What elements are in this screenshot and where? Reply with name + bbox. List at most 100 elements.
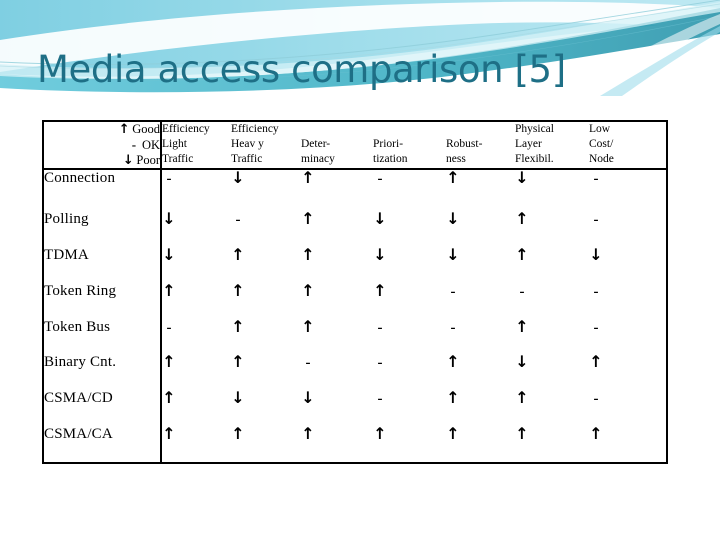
arrow-up-icon: ↑	[373, 280, 387, 300]
dash-icon: -	[450, 283, 456, 300]
table-header: ↑ Good - OK ↓ Poor Efficiency Light Traffic	[44, 122, 666, 169]
cell-eff_heavy: -	[231, 211, 301, 247]
table-row: Binary Cnt. ↑ ↑ - - ↑ ↓ ↑	[44, 354, 666, 390]
cell-phy_flex: -	[515, 283, 589, 319]
arrow-down-icon: ↓	[162, 209, 176, 229]
cell-phy_flex: ↑	[515, 426, 589, 462]
cell-robustness: ↓	[446, 246, 515, 283]
header-line: Traffic	[162, 153, 194, 165]
arrow-up-icon: ↑	[589, 352, 603, 372]
column-header-eff-light: Efficiency Light Traffic	[161, 122, 231, 169]
legend-ok-label: OK	[141, 138, 160, 152]
header-line: Node	[589, 153, 614, 165]
header-line: ness	[446, 153, 466, 165]
cell-robustness: ↑	[446, 426, 515, 462]
cell-robustness: -	[446, 283, 515, 319]
table-row: Token Ring ↑ ↑ ↑ ↑ - - -	[44, 280, 666, 319]
dash-icon: -	[305, 355, 311, 372]
cell-robustness: ↑	[446, 354, 515, 390]
header-line: Physical	[515, 123, 554, 135]
cell-low_cost: -	[589, 169, 666, 211]
arrow-up-icon: ↑	[301, 209, 315, 229]
row-label-csma-ca: CSMA/CA	[44, 426, 113, 443]
cell-phy_flex: ↓	[515, 169, 589, 211]
legend-good: ↑ Good	[44, 122, 160, 137]
cell-phy_flex: ↑	[515, 244, 589, 283]
header-line	[301, 122, 373, 137]
arrow-up-icon: ↑	[162, 280, 176, 300]
cell-eff_heavy: ↑	[231, 280, 301, 319]
header-line: Priori-	[373, 138, 404, 150]
dash-icon: -	[593, 212, 599, 229]
cell-prioritization: ↓	[373, 211, 446, 247]
column-header-low-cost-node: Low Cost/ Node	[589, 122, 666, 169]
cell-prioritization: -	[373, 390, 446, 426]
cell-robustness: ↑	[446, 169, 515, 211]
arrow-up-icon: ↑	[301, 316, 315, 336]
arrow-up-icon: ↑	[515, 316, 529, 336]
header-line: Low	[589, 123, 611, 135]
dash-icon: -	[593, 391, 599, 408]
arrow-up-icon: ↑	[446, 168, 460, 187]
arrow-up-icon: ↑	[231, 280, 245, 300]
cell-eff_light: -	[161, 169, 231, 211]
comparison-table-container: ↑ Good - OK ↓ Poor Efficiency Light Traffic	[42, 120, 668, 464]
dash-icon: -	[593, 319, 599, 336]
header-line: Efficiency	[162, 123, 210, 135]
cell-eff_light: -	[161, 319, 231, 355]
cell-eff_light: ↑	[161, 390, 231, 426]
arrow-down-icon: ↓	[301, 388, 315, 408]
table-row: CSMA/CD ↑ ↓ ↓ - ↑ ↑ -	[44, 390, 666, 426]
dash-icon: -	[166, 171, 172, 187]
dash-icon: -	[235, 212, 241, 229]
column-header-eff-heavy: Efficiency Heav y Traffic	[231, 122, 301, 169]
row-label-binary-cnt: Binary Cnt.	[44, 354, 117, 371]
cell-robustness: ↓	[446, 211, 515, 247]
arrow-up-icon: ↑	[446, 388, 460, 408]
arrow-up-icon: ↑	[515, 209, 529, 229]
arrow-down-icon: ↓	[446, 209, 460, 229]
cell-low_cost: -	[589, 211, 666, 247]
cell-low_cost: ↓	[589, 246, 666, 283]
cell-eff_light: ↑	[161, 280, 231, 319]
arrow-up-icon: ↑	[515, 388, 529, 408]
arrow-up-icon: ↑	[231, 424, 245, 444]
dash-icon: -	[377, 171, 383, 187]
dash-icon: -	[377, 319, 383, 336]
arrow-up-icon: ↑	[118, 122, 130, 137]
column-header-prioritization: Priori- tization	[373, 122, 446, 169]
cell-prioritization: -	[373, 319, 446, 355]
row-label-polling: Polling	[44, 211, 89, 228]
cell-prioritization: -	[373, 169, 446, 211]
arrow-up-icon: ↑	[373, 424, 387, 444]
arrow-up-icon: ↑	[515, 244, 529, 264]
cell-determinacy: ↑	[301, 211, 373, 247]
row-label-connection: Connection	[44, 170, 116, 186]
cell-eff_heavy: ↓	[231, 169, 301, 211]
cell-phy_flex: ↓	[515, 354, 589, 390]
arrow-down-icon: ↓	[122, 153, 134, 168]
cell-eff_heavy: ↑	[231, 426, 301, 462]
arrow-up-icon: ↑	[446, 424, 460, 444]
table-row: TDMA ↓ ↑ ↑ ↓ ↓ ↑ ↓	[44, 244, 666, 283]
header-line: Heav y	[231, 138, 264, 150]
row-label-tdma: TDMA	[44, 246, 89, 263]
arrow-up-icon: ↑	[446, 352, 460, 372]
cell-eff_heavy: ↓	[231, 390, 301, 426]
header-line: Traffic	[231, 153, 263, 165]
column-header-robustness: Robust- ness	[446, 122, 515, 169]
header-line: Robust-	[446, 138, 483, 150]
table-row: Token Bus - ↑ ↑ - - ↑ -	[44, 316, 666, 355]
dash-icon: -	[131, 137, 137, 152]
legend-poor: ↓ Poor	[44, 153, 160, 168]
cell-determinacy: ↓	[301, 390, 373, 426]
cell-prioritization: ↑	[373, 280, 446, 319]
arrow-down-icon: ↓	[373, 209, 387, 229]
arrow-up-icon: ↑	[231, 352, 245, 372]
arrow-up-icon: ↑	[589, 424, 603, 444]
cell-phy_flex: ↑	[515, 211, 589, 247]
cell-phy_flex: ↑	[515, 390, 589, 426]
cell-determinacy: ↑	[301, 246, 373, 283]
header-line: Light	[162, 138, 187, 150]
table-header-row: ↑ Good - OK ↓ Poor Efficiency Light Traffic	[44, 122, 666, 169]
